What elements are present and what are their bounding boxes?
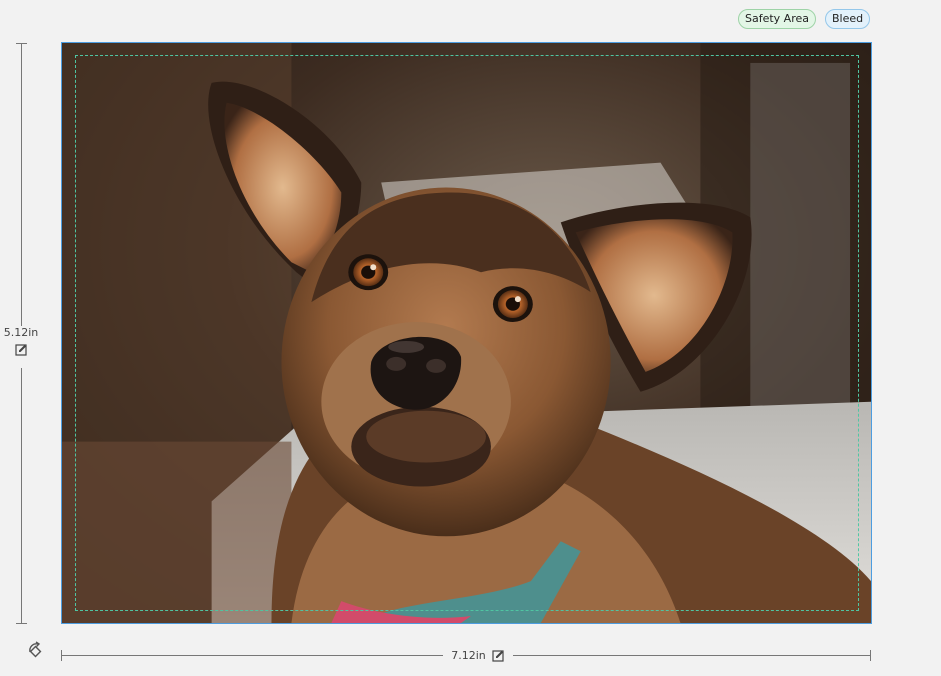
dog-photo [62, 43, 871, 623]
height-label: 5.12in [3, 326, 39, 339]
rotate-icon[interactable] [26, 639, 46, 659]
edit-icon[interactable] [14, 343, 28, 356]
safety-area-toggle[interactable]: Safety Area [738, 9, 816, 29]
bleed-toggle[interactable]: Bleed [825, 9, 871, 29]
width-dimension: 7.12in [443, 646, 513, 664]
image-frame[interactable] [61, 42, 872, 624]
height-ruler-cap-bottom [16, 623, 27, 624]
height-dimension: 5.12in [2, 326, 40, 368]
design-canvas: Safety Area Bleed 5.12in 7.12in [0, 0, 941, 676]
width-label: 7.12in [451, 648, 486, 662]
height-ruler-cap-top [16, 43, 27, 44]
width-ruler-cap-right [870, 650, 871, 661]
edit-icon[interactable] [492, 649, 505, 662]
width-ruler-cap-left [61, 650, 62, 661]
